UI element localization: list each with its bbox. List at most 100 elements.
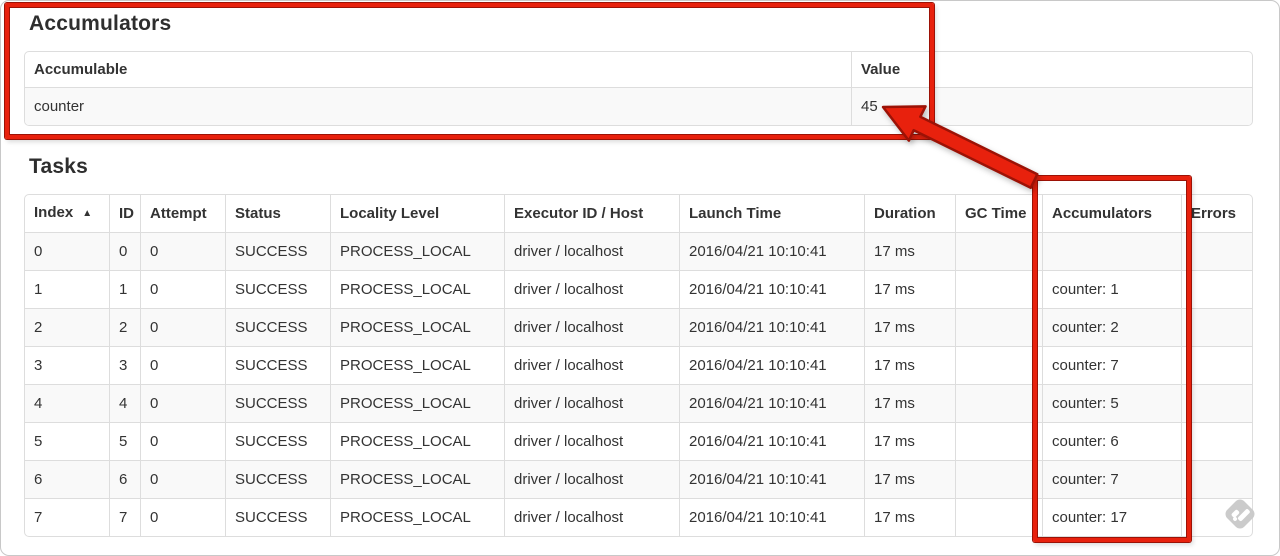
cell-executor-id-host: driver / localhost — [505, 461, 680, 499]
col-header-errors[interactable]: Errors — [1182, 195, 1252, 233]
cell-status: SUCCESS — [226, 347, 331, 385]
cell-duration: 17 ms — [865, 499, 956, 536]
cell-duration: 17 ms — [865, 309, 956, 347]
table-row: 7 7 0 SUCCESS PROCESS_LOCAL driver / localhos… — [25, 499, 1252, 536]
cell-launch-time: 2016/04/21 10:10:41 — [680, 385, 865, 423]
sort-asc-icon: ▲ — [82, 208, 93, 219]
cell-accumulators: counter: 7 — [1043, 347, 1182, 385]
cell-locality-level: PROCESS_LOCAL — [331, 233, 505, 271]
cell-id: 6 — [110, 461, 141, 499]
table-row: 5 5 0 SUCCESS PROCESS_LOCAL driver / localhos… — [25, 423, 1252, 461]
cell-executor-id-host: driver / localhost — [505, 499, 680, 536]
cell-locality-level: PROCESS_LOCAL — [331, 461, 505, 499]
cell-errors — [1182, 309, 1252, 347]
cell-accumulators: counter: 17 — [1043, 499, 1182, 536]
cell-errors — [1182, 233, 1252, 271]
cell-id: 3 — [110, 347, 141, 385]
col-header-value[interactable]: Value — [852, 52, 1252, 88]
cell-executor-id-host: driver / localhost — [505, 233, 680, 271]
cell-gc-time — [956, 385, 1043, 423]
accumulators-table: Accumulable Value counter 45 — [24, 51, 1253, 126]
cell-id: 4 — [110, 385, 141, 423]
cell-attempt: 0 — [141, 233, 226, 271]
cell-attempt: 0 — [141, 271, 226, 309]
accumulators-section-title: Accumulators — [29, 12, 172, 35]
accumulable-value-cell: 45 — [861, 98, 878, 115]
col-header-duration[interactable]: Duration — [865, 195, 956, 233]
col-header-id[interactable]: ID — [110, 195, 141, 233]
cell-locality-level: PROCESS_LOCAL — [331, 347, 505, 385]
cell-launch-time: 2016/04/21 10:10:41 — [680, 309, 865, 347]
cell-index: 4 — [25, 385, 110, 423]
cell-gc-time — [956, 233, 1043, 271]
cell-attempt: 0 — [141, 309, 226, 347]
cell-launch-time: 2016/04/21 10:10:41 — [680, 499, 865, 536]
cell-errors — [1182, 461, 1252, 499]
cell-id: 7 — [110, 499, 141, 536]
table-row: 4 4 0 SUCCESS PROCESS_LOCAL driver / localhos… — [25, 385, 1252, 423]
cell-status: SUCCESS — [226, 271, 331, 309]
table-row: 6 6 0 SUCCESS PROCESS_LOCAL driver / localhos… — [25, 461, 1252, 499]
cell-executor-id-host: driver / localhost — [505, 347, 680, 385]
table-row: 0 0 0 SUCCESS PROCESS_LOCAL driver / localhos… — [25, 233, 1252, 271]
cell-errors — [1182, 499, 1252, 536]
cell-executor-id-host: driver / localhost — [505, 423, 680, 461]
table-row: counter 45 — [25, 88, 1252, 125]
col-header-attempt[interactable]: Attempt — [141, 195, 226, 233]
cell-attempt: 0 — [141, 499, 226, 536]
cell-duration: 17 ms — [865, 233, 956, 271]
col-header-gc-time[interactable]: GC Time — [956, 195, 1043, 233]
cell-status: SUCCESS — [226, 385, 331, 423]
cell-gc-time — [956, 309, 1043, 347]
col-header-launch-time[interactable]: Launch Time — [680, 195, 865, 233]
cell-launch-time: 2016/04/21 10:10:41 — [680, 271, 865, 309]
cell-launch-time: 2016/04/21 10:10:41 — [680, 461, 865, 499]
cell-locality-level: PROCESS_LOCAL — [331, 385, 505, 423]
cell-index: 5 — [25, 423, 110, 461]
cell-accumulators: counter: 1 — [1043, 271, 1182, 309]
cell-duration: 17 ms — [865, 347, 956, 385]
tasks-table: Index ▲ ID Attempt Status Locality Level … — [24, 194, 1253, 537]
cell-id: 2 — [110, 309, 141, 347]
cell-attempt: 0 — [141, 423, 226, 461]
cell-executor-id-host: driver / localhost — [505, 385, 680, 423]
cell-status: SUCCESS — [226, 499, 331, 536]
cell-status: SUCCESS — [226, 423, 331, 461]
col-header-accumulable[interactable]: Accumulable — [25, 52, 852, 88]
cell-index: 3 — [25, 347, 110, 385]
cell-accumulators: counter: 2 — [1043, 309, 1182, 347]
cell-errors — [1182, 423, 1252, 461]
tasks-section-title: Tasks — [29, 155, 88, 178]
col-header-executor-id-host[interactable]: Executor ID / Host — [505, 195, 680, 233]
col-header-status[interactable]: Status — [226, 195, 331, 233]
cell-duration: 17 ms — [865, 385, 956, 423]
cell-locality-level: PROCESS_LOCAL — [331, 309, 505, 347]
cell-locality-level: PROCESS_LOCAL — [331, 499, 505, 536]
cell-launch-time: 2016/04/21 10:10:41 — [680, 347, 865, 385]
cell-duration: 17 ms — [865, 423, 956, 461]
table-row: 1 1 0 SUCCESS PROCESS_LOCAL driver / localhos… — [25, 271, 1252, 309]
cell-accumulators: counter: 7 — [1043, 461, 1182, 499]
tasks-header-row: Index ▲ ID Attempt Status Locality Level … — [25, 195, 1252, 233]
col-header-index[interactable]: Index ▲ — [25, 195, 110, 233]
cell-index: 6 — [25, 461, 110, 499]
cell-duration: 17 ms — [865, 271, 956, 309]
cell-attempt: 0 — [141, 347, 226, 385]
cell-id: 0 — [110, 233, 141, 271]
cell-gc-time — [956, 347, 1043, 385]
cell-gc-time — [956, 499, 1043, 536]
cell-attempt: 0 — [141, 461, 226, 499]
cell-status: SUCCESS — [226, 309, 331, 347]
col-header-accumulators[interactable]: Accumulators — [1043, 195, 1182, 233]
cell-launch-time: 2016/04/21 10:10:41 — [680, 423, 865, 461]
col-header-locality-level[interactable]: Locality Level — [331, 195, 505, 233]
cell-gc-time — [956, 271, 1043, 309]
cell-locality-level: PROCESS_LOCAL — [331, 423, 505, 461]
page-content: Accumulators Accumulable Value counter 4… — [1, 11, 1279, 537]
cell-status: SUCCESS — [226, 461, 331, 499]
cell-status: SUCCESS — [226, 233, 331, 271]
accumulators-header-row: Accumulable Value — [25, 52, 1252, 88]
cell-locality-level: PROCESS_LOCAL — [331, 271, 505, 309]
cell-gc-time — [956, 461, 1043, 499]
cell-index: 0 — [25, 233, 110, 271]
